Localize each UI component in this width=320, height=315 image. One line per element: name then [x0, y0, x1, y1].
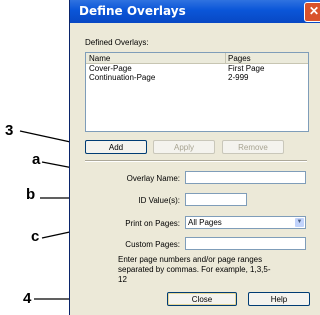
divider	[85, 160, 307, 161]
id-values-label: ID Value(s):	[138, 196, 180, 205]
dialog-title: Define Overlays	[79, 4, 186, 18]
chevron-down-icon[interactable]: ▼	[295, 218, 304, 227]
list-item[interactable]: Continuation-Page 2-999	[86, 73, 308, 82]
list-item-pages: First Page	[228, 64, 265, 73]
print-on-pages-label: Print on Pages:	[125, 219, 180, 228]
custom-pages-input[interactable]	[185, 237, 306, 250]
callout-3: 3	[5, 122, 14, 139]
apply-button[interactable]: Apply	[153, 140, 215, 154]
custom-pages-label: Custom Pages:	[125, 240, 180, 249]
custom-pages-help-text: Enter page numbers and/or page ranges se…	[118, 255, 271, 284]
defined-overlays-label: Defined Overlays:	[85, 38, 149, 47]
list-item-name: Cover-Page	[89, 64, 132, 73]
close-button[interactable]: Close	[167, 292, 237, 306]
list-item[interactable]: Cover-Page First Page	[86, 64, 308, 73]
overlays-list[interactable]: Name Pages Cover-Page First Page Continu…	[85, 52, 309, 132]
column-header-pages[interactable]: Pages	[228, 54, 251, 63]
overlay-name-input[interactable]	[185, 171, 306, 184]
callout-c: c	[31, 228, 40, 245]
column-header-name[interactable]: Name	[89, 54, 110, 63]
id-values-input[interactable]	[185, 193, 247, 206]
list-item-pages: 2-999	[228, 73, 249, 82]
remove-button[interactable]: Remove	[222, 140, 284, 154]
callout-b: b	[26, 186, 36, 203]
callout-4: 4	[23, 290, 32, 307]
callout-a: a	[32, 151, 41, 168]
list-header: Name Pages	[86, 53, 308, 64]
close-icon[interactable]: ✕	[304, 2, 320, 22]
add-button[interactable]: Add	[85, 140, 147, 154]
list-item-name: Continuation-Page	[89, 73, 156, 82]
define-overlays-dialog: Define Overlays ✕ Defined Overlays: Name…	[69, 0, 320, 315]
print-on-pages-select[interactable]: All Pages ▼	[185, 216, 306, 229]
print-on-pages-value: All Pages	[188, 218, 222, 227]
overlay-name-label: Overlay Name:	[126, 174, 180, 183]
title-bar: Define Overlays ✕	[70, 0, 320, 23]
help-button[interactable]: Help	[248, 292, 310, 306]
